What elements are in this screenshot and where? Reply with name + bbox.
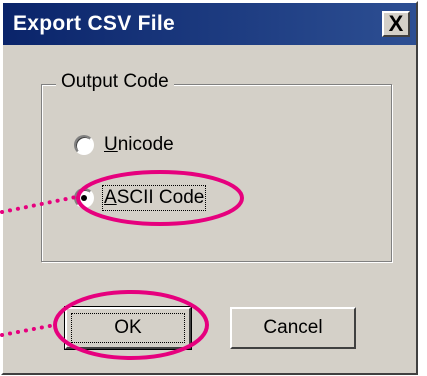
ascii-code-label: ASCII Code — [101, 185, 207, 211]
radio-option-ascii-code[interactable]: ASCII Code — [74, 183, 207, 213]
output-code-legend: Output Code — [56, 71, 174, 93]
output-code-groupbox: Output Code Unicode ASCII Code — [41, 71, 392, 262]
title-bar: Export CSV File X — [3, 3, 416, 45]
close-button[interactable]: X — [382, 11, 410, 37]
radio-selected-dot — [81, 195, 87, 201]
unicode-label: Unicode — [104, 134, 174, 155]
close-icon: X — [388, 11, 404, 36]
cancel-button[interactable]: Cancel — [230, 307, 356, 349]
cancel-button-label: Cancel — [263, 317, 323, 338]
export-csv-dialog: Export CSV File X Output Code Unicode AS… — [1, 1, 418, 375]
ok-focus-rectangle — [71, 313, 185, 343]
radio-option-unicode[interactable]: Unicode — [74, 130, 174, 160]
ascii-code-radio-button[interactable] — [74, 188, 94, 208]
ok-button[interactable]: OK — [65, 307, 191, 349]
dialog-title: Export CSV File — [13, 12, 176, 35]
unicode-radio-button[interactable] — [74, 135, 94, 155]
